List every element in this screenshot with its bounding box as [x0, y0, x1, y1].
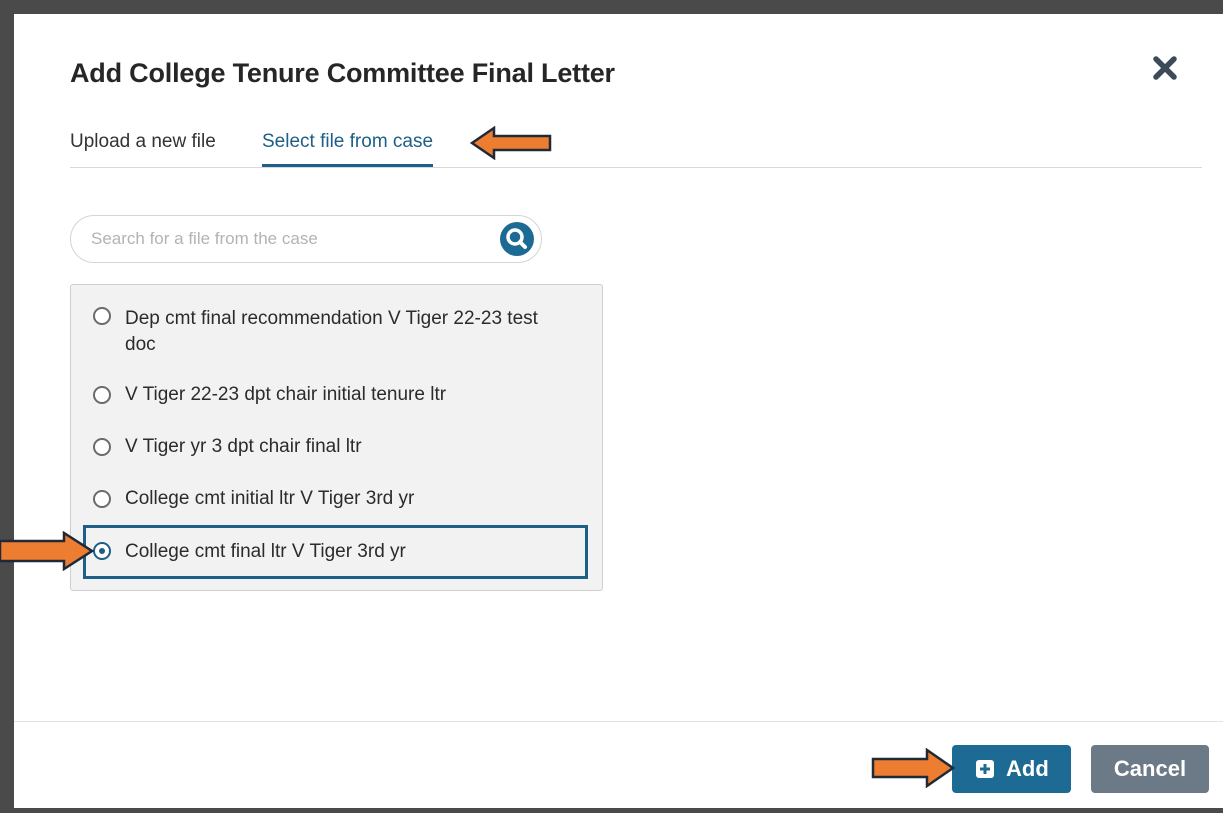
tab-select-file-from-case[interactable]: Select file from case	[262, 129, 434, 167]
annotation-arrow-tab	[470, 126, 552, 160]
list-item[interactable]: Dep cmt final recommendation V Tiger 22-…	[83, 303, 588, 363]
file-label: V Tiger yr 3 dpt chair final ltr	[125, 436, 362, 457]
list-item-selected[interactable]: College cmt final ltr V Tiger 3rd yr	[83, 525, 588, 579]
cancel-button-label: Cancel	[1113, 756, 1187, 781]
search-icon	[506, 228, 527, 249]
close-icon[interactable]	[1151, 54, 1179, 82]
file-source-tabs: Upload a new file Select file from case	[70, 129, 1202, 168]
list-item[interactable]: V Tiger 22-23 dpt chair initial tenure l…	[83, 382, 588, 412]
footer-divider	[14, 721, 1223, 722]
file-radio[interactable]	[93, 307, 111, 325]
file-radio[interactable]	[93, 386, 111, 404]
cancel-button[interactable]: Cancel	[1091, 745, 1209, 793]
modal-backdrop-left	[0, 0, 14, 813]
file-label: Dep cmt final recommendation V Tiger 22-…	[125, 308, 538, 355]
file-radio[interactable]	[93, 490, 111, 508]
file-label: College cmt initial ltr V Tiger 3rd yr	[125, 488, 415, 509]
annotation-arrow-add-button	[871, 748, 955, 788]
dialog-title: Add College Tenure Committee Final Lette…	[70, 58, 615, 88]
file-search-box	[70, 215, 542, 263]
file-label: V Tiger 22-23 dpt chair initial tenure l…	[125, 384, 447, 405]
list-item[interactable]: V Tiger yr 3 dpt chair final ltr	[83, 434, 588, 464]
case-file-list: Dep cmt final recommendation V Tiger 22-…	[70, 284, 603, 591]
modal-backdrop-top	[0, 0, 1223, 14]
file-label: College cmt final ltr V Tiger 3rd yr	[125, 541, 406, 562]
tab-upload-new-file[interactable]: Upload a new file	[70, 129, 216, 167]
add-button[interactable]: Add	[952, 745, 1071, 793]
file-radio[interactable]	[93, 438, 111, 456]
add-file-dialog: Add College Tenure Committee Final Lette…	[14, 14, 1223, 808]
annotation-arrow-selected-file	[0, 531, 94, 571]
plus-square-icon	[976, 760, 994, 778]
file-radio-checked[interactable]	[93, 542, 111, 560]
search-button[interactable]	[500, 222, 534, 256]
search-input[interactable]	[91, 226, 481, 252]
list-item[interactable]: College cmt initial ltr V Tiger 3rd yr	[83, 486, 588, 516]
add-button-label: Add	[1006, 756, 1049, 781]
modal-backdrop-bottom	[0, 808, 1223, 813]
